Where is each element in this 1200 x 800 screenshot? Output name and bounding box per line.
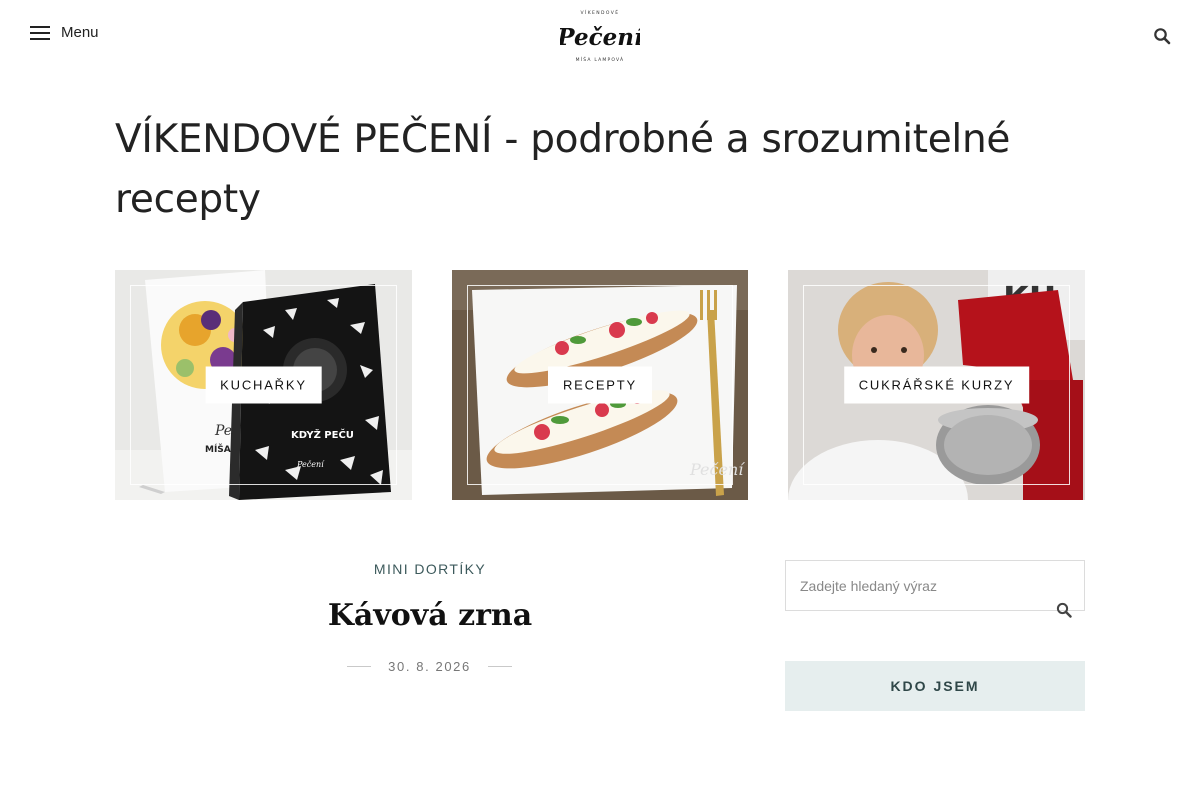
logo-text: Pečení (560, 24, 640, 51)
tile-pastry-courses[interactable]: KU CUKRÁŘSKÉ KURZY (788, 270, 1085, 500)
logo-top-text: VÍKENDOVÉ (580, 8, 619, 16)
post-date: 30. 8. 2026 (388, 658, 471, 674)
meta-divider-left (347, 665, 371, 667)
tile-label-recipes: RECEPTY (547, 366, 653, 404)
tile-label-cookbooks: KUCHAŘKY (205, 366, 322, 404)
search-icon[interactable] (1153, 27, 1171, 45)
about-me-label: KDO JSEM (890, 678, 980, 694)
meta-divider-right (487, 665, 512, 667)
post-meta: 30. 8. 2026 (347, 657, 512, 675)
sidebar-search-input[interactable] (786, 561, 1046, 610)
page-title: VÍKENDOVÉ PEČENÍ - podrobné a srozumitel… (115, 117, 1011, 222)
post-title-link[interactable]: Kávová zrna (280, 598, 580, 633)
sidebar-search-box (785, 560, 1085, 618)
category-tiles: Pe MÍŠA KDYŽ PEČU Pečení KUCHAŘKY Pečení… (115, 270, 1085, 500)
tile-label-pastry-courses: CUKRÁŘSKÉ KURZY (843, 366, 1030, 404)
about-me-button[interactable]: KDO JSEM (785, 661, 1085, 711)
tile-cookbooks[interactable]: Pe MÍŠA KDYŽ PEČU Pečení KUCHAŘKY (115, 270, 412, 500)
post-category-link[interactable]: MINI DORTÍKY (330, 561, 530, 577)
logo-bottom-text: MÍŠA LAMPOVÁ (576, 56, 625, 63)
menu-label: Menu (61, 24, 99, 41)
menu-button[interactable]: Menu (30, 24, 99, 41)
site-logo[interactable]: VÍKENDOVÉ Pečení MÍŠA LAMPOVÁ (560, 6, 640, 66)
hamburger-icon (30, 25, 50, 40)
site-header: Menu VÍKENDOVÉ Pečení MÍŠA LAMPOVÁ (0, 0, 1200, 72)
sidebar-search-icon[interactable] (1056, 602, 1072, 618)
tile-recipes[interactable]: Pečení RECEPTY (452, 270, 748, 500)
